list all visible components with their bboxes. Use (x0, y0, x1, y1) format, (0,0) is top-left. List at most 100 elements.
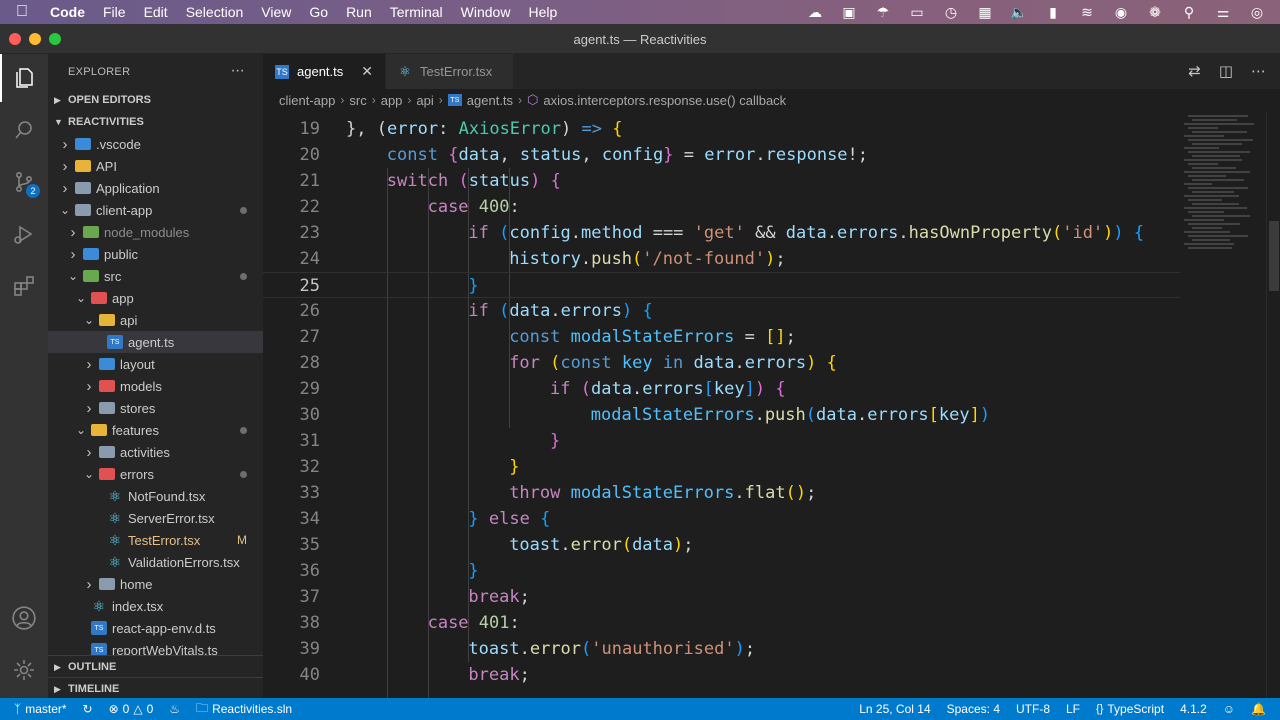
run-debug-icon[interactable] (0, 210, 48, 258)
code-line[interactable]: 29 if (data.errors[key]) { (263, 376, 1180, 402)
tree-item[interactable]: › public (48, 243, 263, 265)
settings-gear-icon[interactable] (0, 646, 48, 694)
tree-item[interactable]: › models (48, 375, 263, 397)
tree-item[interactable]: ⌄ features (48, 419, 263, 441)
menu-run[interactable]: Run (337, 4, 381, 20)
extensions-icon[interactable] (0, 262, 48, 310)
search-icon[interactable]: ⚲ (1172, 4, 1206, 21)
camera-icon[interactable]: ▣ (832, 4, 866, 21)
source-control-icon[interactable]: 2 (0, 158, 48, 206)
code-line[interactable]: 33 throw modalStateErrors.flat(); (263, 480, 1180, 506)
tree-item[interactable]: › node_modules (48, 221, 263, 243)
split-editor-icon[interactable]: ◫ (1219, 62, 1233, 80)
cloud-icon[interactable]: ☁ (798, 4, 832, 21)
tree-item[interactable]: ⌄ app (48, 287, 263, 309)
ts-version[interactable]: 4.1.2 (1172, 702, 1215, 716)
code-line[interactable]: 32} (263, 454, 1180, 480)
more-actions-icon[interactable]: ⋯ (1251, 62, 1266, 80)
tree-item[interactable]: ⚛ ValidationErrors.tsx (48, 551, 263, 573)
breadcrumb-item[interactable]: src (349, 93, 366, 108)
open-changes-icon[interactable]: ⇄ (1188, 62, 1201, 80)
sync-status[interactable]: ↻ (75, 702, 101, 716)
tab-agent-ts[interactable]: TS agent.ts ✕ (263, 54, 386, 89)
code-line[interactable]: 28 for (const key in data.errors) { (263, 350, 1180, 376)
encoding-status[interactable]: UTF-8 (1008, 702, 1058, 716)
tree-item[interactable]: ⚛ NotFound.tsx (48, 485, 263, 507)
tree-item[interactable]: › activities (48, 441, 263, 463)
breadcrumb-item[interactable]: client-app (279, 93, 335, 108)
editor-scrollbar[interactable] (1266, 111, 1280, 698)
code-line[interactable]: 27 const modalStateErrors = []; (263, 324, 1180, 350)
code-line[interactable]: 23 if (config.method === 'get' && data.er… (263, 220, 1180, 246)
tree-item[interactable]: ⌄ src (48, 265, 263, 287)
tree-item[interactable]: › API (48, 155, 263, 177)
eol-status[interactable]: LF (1058, 702, 1088, 716)
code-line[interactable]: 31} (263, 428, 1180, 454)
open-editors-section[interactable]: ▶ OPEN EDITORS (48, 89, 263, 111)
menu-help[interactable]: Help (519, 4, 566, 20)
outline-section[interactable]: ▶ OUTLINE (48, 655, 263, 678)
code-line[interactable]: 20 const {data, status, config} = error.r… (263, 142, 1180, 168)
code-line[interactable]: 24 history.push('/not-found'); (263, 246, 1180, 272)
code-line[interactable]: 34} else { (263, 506, 1180, 532)
tab-testerror-tsx[interactable]: ⚛ TestError.tsx (386, 54, 514, 89)
breadcrumb-item[interactable]: agent.ts (467, 93, 513, 108)
tree-item[interactable]: › stores (48, 397, 263, 419)
code-line[interactable]: 25} (263, 272, 1180, 298)
breadcrumb-item[interactable]: app (381, 93, 403, 108)
cursor-position[interactable]: Ln 25, Col 14 (851, 702, 938, 716)
account-icon[interactable] (0, 594, 48, 642)
battery-icon[interactable]: ▮ (1036, 4, 1070, 21)
weather-icon[interactable]: ☂ (866, 4, 900, 21)
tree-item[interactable]: TS agent.ts (48, 331, 263, 353)
solution-status[interactable]: 🗀 Reactivities.sln (188, 699, 300, 720)
code-line[interactable]: 40 break; (263, 662, 1180, 688)
problems-status[interactable]: ⊗ 0 △ 0 (101, 702, 162, 716)
code-line[interactable]: 38 case 401: (263, 610, 1180, 636)
menu-window[interactable]: Window (452, 4, 520, 20)
control-center-icon[interactable]: ⚌ (1206, 4, 1240, 21)
code-line[interactable]: 19}, (error: AxiosError) => { (263, 116, 1180, 142)
scrollbar-thumb[interactable] (1269, 221, 1279, 291)
menu-app[interactable]: Code (44, 4, 94, 20)
tree-item[interactable]: ⚛ TestError.tsx M (48, 529, 263, 551)
code-editor[interactable]: 19}, (error: AxiosError) => {20 const {da… (263, 111, 1180, 698)
menu-file[interactable]: File (94, 4, 135, 20)
grid-icon[interactable]: ▦ (968, 4, 1002, 21)
tree-item[interactable]: ⌄ client-app (48, 199, 263, 221)
live-share-status[interactable]: ♨ (161, 702, 188, 716)
siri-icon[interactable]: ◎ (1240, 4, 1274, 21)
menu-view[interactable]: View (252, 4, 300, 20)
user-icon[interactable]: ◉ (1104, 4, 1138, 21)
code-line[interactable]: 37 break; (263, 584, 1180, 610)
indentation-status[interactable]: Spaces: 4 (939, 702, 1008, 716)
tree-item[interactable]: ⌄ api (48, 309, 263, 331)
menu-selection[interactable]: Selection (177, 4, 253, 20)
tree-item[interactable]: › home (48, 573, 263, 595)
apple-icon[interactable]:  (0, 3, 44, 21)
code-line[interactable]: 22 case 400: (263, 194, 1180, 220)
code-line[interactable]: 36} (263, 558, 1180, 584)
menu-edit[interactable]: Edit (135, 4, 177, 20)
volume-icon[interactable]: 🔈 (1002, 4, 1036, 21)
tree-item[interactable]: › Application (48, 177, 263, 199)
tree-item[interactable]: TS react-app-env.d.ts (48, 617, 263, 639)
display-icon[interactable]: ▭ (900, 4, 934, 21)
tree-item[interactable]: › .vscode (48, 133, 263, 155)
more-actions-icon[interactable]: ⋯ (231, 62, 245, 79)
menu-go[interactable]: Go (300, 4, 337, 20)
timeline-section[interactable]: ▶ TIMELINE (48, 677, 263, 698)
tree-item[interactable]: ⚛ ServerError.tsx (48, 507, 263, 529)
search-view-icon[interactable] (0, 106, 48, 154)
wifi-icon[interactable]: ≋ (1070, 4, 1104, 21)
notifications-icon[interactable]: 🔔 (1243, 702, 1274, 716)
color-wheel-icon[interactable]: ❁ (1138, 4, 1172, 21)
explorer-icon[interactable] (0, 54, 48, 102)
project-section[interactable]: ▼ REACTIVITIES (48, 111, 263, 133)
close-icon[interactable]: ✕ (361, 63, 373, 80)
minimap[interactable] (1180, 111, 1266, 698)
breadcrumb-item[interactable]: api (416, 93, 433, 108)
code-line[interactable]: 26 if (data.errors) { (263, 298, 1180, 324)
code-line[interactable]: 39 toast.error('unauthorised'); (263, 636, 1180, 662)
feedback-icon[interactable]: ☺ (1215, 702, 1243, 716)
